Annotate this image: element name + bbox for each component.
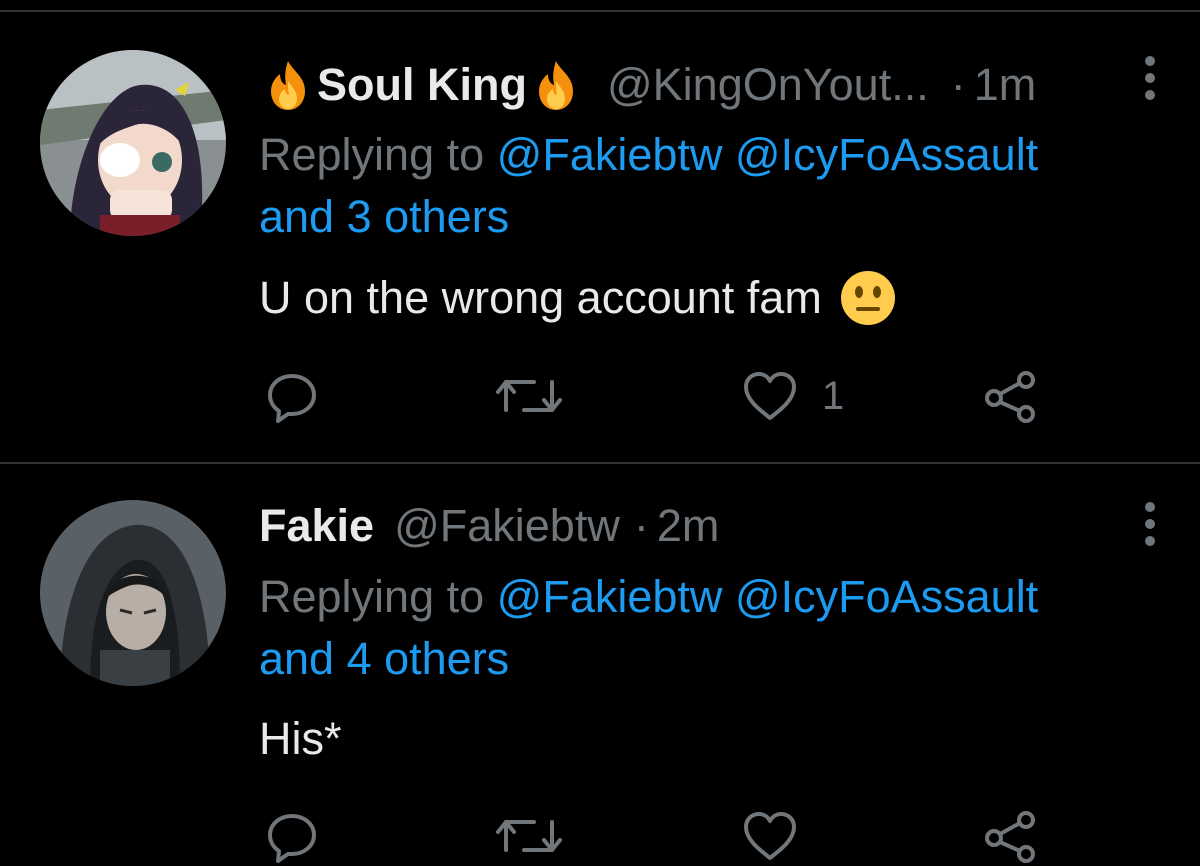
display-name[interactable]: Soul King: [259, 57, 585, 113]
tweet-actions: 1: [0, 366, 1200, 426]
share-icon[interactable]: [982, 806, 1042, 866]
mention-link[interactable]: @IcyFoAssault: [735, 129, 1038, 180]
tweet-text-content: His*: [259, 713, 342, 764]
timestamp[interactable]: 2m: [657, 498, 720, 554]
tweet-header: Fakie @Fakiebtw · 2m: [259, 498, 719, 554]
tweet-text: U on the wrong account fam: [259, 268, 896, 328]
reply-icon[interactable]: [264, 806, 320, 866]
share-icon[interactable]: [982, 366, 1042, 426]
and-others-link[interactable]: and 4 others: [259, 633, 509, 684]
replying-to-label: Replying to: [259, 129, 485, 180]
more-options-icon[interactable]: [1138, 502, 1162, 546]
avatar[interactable]: [40, 500, 226, 686]
tweet-actions: [0, 806, 1200, 866]
tweet-header: Soul King @KingOnYout... · 1m: [259, 57, 1036, 113]
retweet-icon[interactable]: [494, 806, 564, 866]
avatar[interactable]: [40, 50, 226, 236]
fire-icon: [527, 57, 585, 113]
display-name[interactable]: Fakie: [259, 498, 374, 554]
replying-to: Replying to @Fakiebtw @IcyFoAssault and …: [259, 566, 1159, 690]
tweet-text-content: U on the wrong account fam: [259, 272, 822, 323]
and-others-link[interactable]: and 3 others: [259, 191, 509, 242]
retweet-icon[interactable]: [494, 366, 564, 426]
neutral-face-emoji-icon: [840, 270, 896, 326]
tweet[interactable]: Fakie @Fakiebtw · 2m Replying to @Fakieb…: [0, 464, 1200, 865]
like-button[interactable]: 1: [740, 366, 844, 426]
user-handle[interactable]: @Fakiebtw: [394, 498, 620, 554]
separator-dot: ·: [633, 500, 649, 551]
mention-link[interactable]: @IcyFoAssault: [735, 571, 1038, 622]
mention-link[interactable]: @Fakiebtw: [497, 571, 723, 622]
separator-dot: ·: [950, 59, 966, 110]
timestamp[interactable]: 1m: [974, 57, 1037, 113]
tweet-text: His*: [259, 709, 342, 769]
tweet[interactable]: Soul King @KingOnYout... · 1m Replying t…: [0, 0, 1200, 462]
more-options-icon[interactable]: [1138, 56, 1162, 100]
like-button[interactable]: [740, 806, 822, 866]
replying-to-label: Replying to: [259, 571, 485, 622]
reply-icon[interactable]: [264, 366, 320, 426]
like-icon[interactable]: [740, 368, 800, 424]
replying-to: Replying to @Fakiebtw @IcyFoAssault and …: [259, 124, 1159, 248]
like-icon[interactable]: [740, 808, 800, 864]
user-handle[interactable]: @KingOnYout...: [607, 57, 929, 113]
like-count: 1: [822, 373, 845, 418]
mention-link[interactable]: @Fakiebtw: [497, 129, 723, 180]
fire-icon: [259, 57, 317, 113]
